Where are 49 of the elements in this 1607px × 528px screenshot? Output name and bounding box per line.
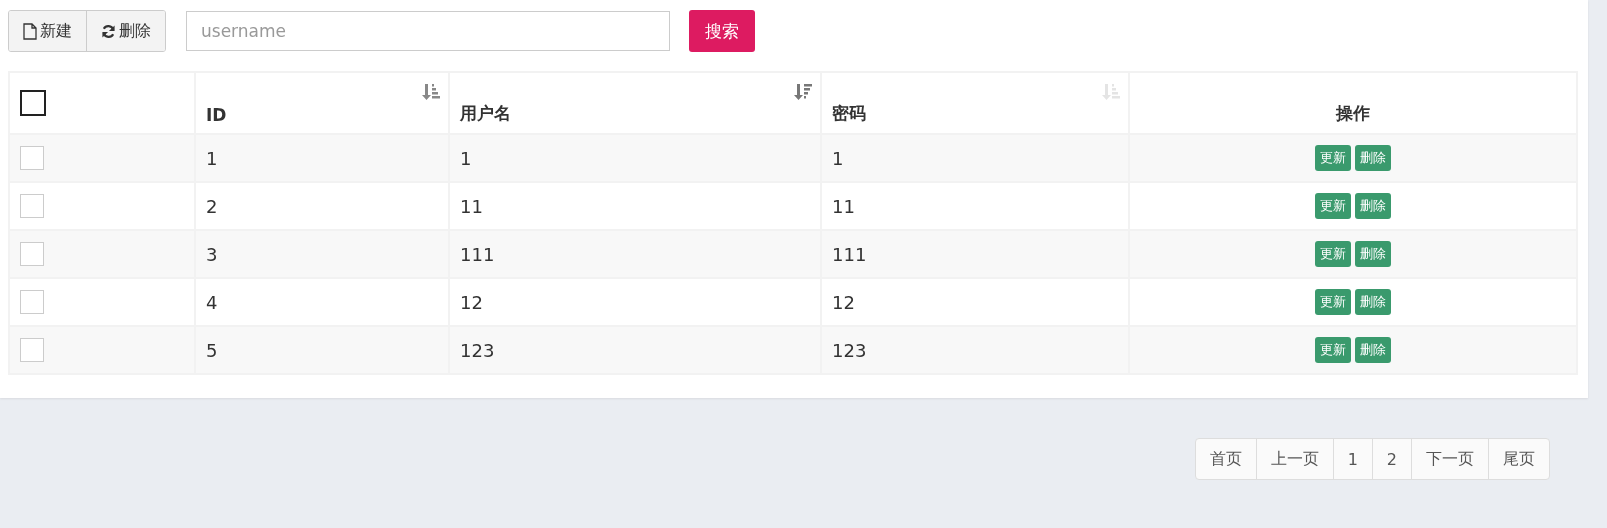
select-all-checkbox[interactable] (20, 90, 46, 116)
table-cell: 12 (460, 291, 483, 313)
action-button[interactable]: 删除 (1355, 145, 1391, 171)
pagination-button[interactable]: 2 (1371, 439, 1411, 479)
toolbar-button[interactable]: 新建 (9, 11, 86, 51)
table-cell: 123 (460, 339, 495, 361)
table-cell: 111 (832, 243, 867, 265)
search-button[interactable]: 搜索 (689, 10, 755, 52)
action-button[interactable]: 删除 (1355, 241, 1391, 267)
table-cell: 2 (206, 195, 218, 217)
action-button[interactable]: 更新 (1315, 145, 1351, 171)
table-cell: 5 (206, 339, 218, 361)
search-field[interactable]: username (186, 11, 670, 51)
toolbar-button[interactable]: 删除 (86, 11, 165, 51)
pagination-button[interactable]: 首页 (1195, 439, 1256, 479)
table-cell: 1 (206, 147, 218, 169)
row-checkbox[interactable] (20, 242, 44, 266)
column-header: 操作 (1336, 103, 1370, 123)
table-cell: 111 (460, 243, 495, 265)
pagination-button[interactable]: 1 (1332, 439, 1372, 479)
action-button[interactable]: 删除 (1355, 289, 1391, 315)
refresh-icon (101, 23, 116, 39)
table-cell: 11 (832, 195, 855, 217)
pagination-button[interactable]: 下一页 (1411, 439, 1488, 479)
row-checkbox[interactable] (20, 194, 44, 218)
table-cell: 4 (206, 291, 218, 313)
action-button[interactable]: 更新 (1315, 289, 1351, 315)
action-button[interactable]: 删除 (1355, 337, 1391, 363)
pagination-button[interactable]: 尾页 (1488, 439, 1549, 479)
row-checkbox[interactable] (20, 290, 44, 314)
table-cell: 1 (832, 147, 844, 169)
sort-icon[interactable] (794, 83, 812, 101)
action-button[interactable]: 更新 (1315, 241, 1351, 267)
action-button[interactable]: 删除 (1355, 193, 1391, 219)
file-icon (23, 22, 37, 40)
table-cell: 3 (206, 243, 218, 265)
pagination-button[interactable]: 上一页 (1255, 439, 1333, 479)
table-cell: 1 (460, 147, 472, 169)
column-header: ID (206, 105, 227, 125)
column-header: 用户名 (460, 103, 511, 123)
sort-icon[interactable] (422, 83, 440, 101)
action-button[interactable]: 更新 (1315, 193, 1351, 219)
table-cell: 123 (832, 339, 867, 361)
table-cell: 12 (832, 291, 855, 313)
row-checkbox[interactable] (20, 338, 44, 362)
column-header: 密码 (832, 103, 866, 123)
action-button[interactable]: 更新 (1315, 337, 1351, 363)
table-cell: 11 (460, 195, 483, 217)
row-checkbox[interactable] (20, 146, 44, 170)
